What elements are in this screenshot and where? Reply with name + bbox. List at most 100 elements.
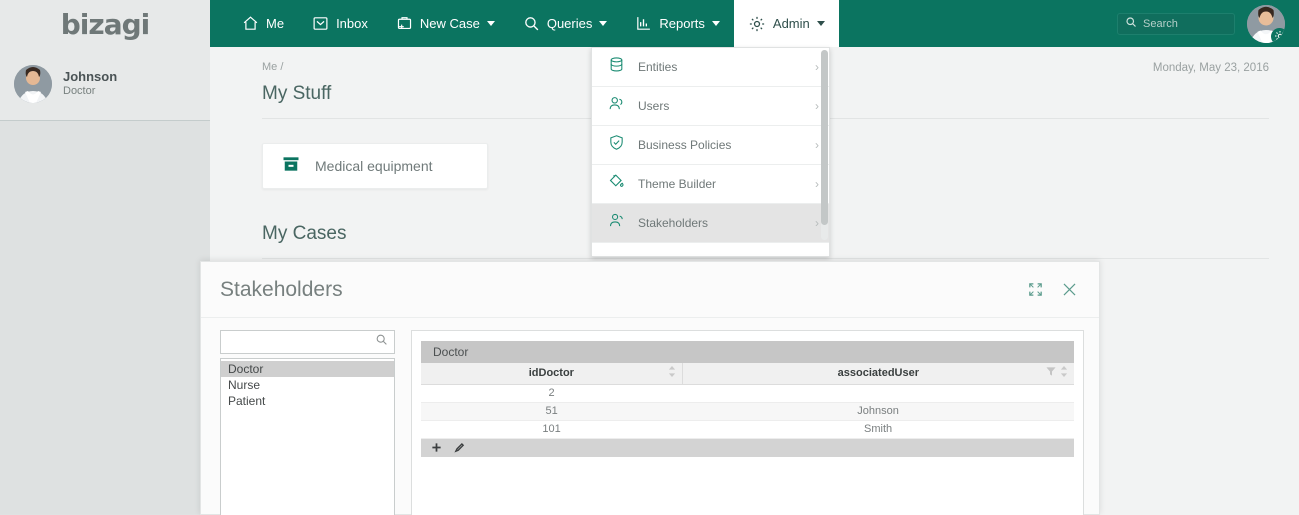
nav-label: Inbox: [336, 16, 368, 31]
paint-bucket-icon: [608, 173, 625, 195]
topbar-right: Search: [1117, 0, 1285, 47]
menu-item-label: Users: [638, 99, 670, 113]
column-label: idDoctor: [528, 367, 574, 380]
sidebar-body: [0, 121, 210, 514]
cell-associateduser: Smith: [682, 420, 1074, 439]
date-stamp: Monday, May 23, 2016: [1152, 62, 1269, 74]
list-item[interactable]: Doctor: [221, 361, 394, 377]
admin-dropdown-menu: Entities › Users › Business Policies › T…: [591, 47, 830, 257]
chevron-right-icon: ›: [815, 60, 819, 74]
menu-item-label: Entities: [638, 60, 678, 74]
nav-item-inbox[interactable]: Inbox: [298, 0, 382, 47]
equipment-icon: [281, 154, 301, 179]
cell-associateduser: [682, 384, 1074, 403]
nav-item-admin[interactable]: Admin: [733, 0, 839, 47]
home-icon: [242, 15, 259, 32]
chevron-down-icon: [816, 21, 825, 26]
table-row[interactable]: 51 Johnson: [421, 402, 1074, 421]
menu-item-entities[interactable]: Entities ›: [592, 48, 829, 87]
modal-title: Stakeholders: [220, 277, 343, 301]
stakeholder-icon: [608, 212, 625, 234]
role-list[interactable]: Doctor Nurse Patient: [220, 358, 395, 515]
cell-iddoctor: 2: [421, 384, 683, 403]
cell-iddoctor: 101: [421, 420, 683, 439]
list-item[interactable]: Patient: [221, 393, 394, 409]
menu-item-label: Theme Builder: [638, 177, 717, 191]
modal-header: Stakeholders: [201, 262, 1099, 318]
nav-item-reports[interactable]: Reports: [621, 0, 734, 47]
search-icon: [1125, 15, 1137, 33]
search-placeholder: Search: [1143, 17, 1178, 30]
nav-label: New Case: [419, 16, 480, 31]
chart-icon: [635, 15, 652, 32]
chevron-right-icon: ›: [815, 216, 819, 230]
role-filter-pane: Doctor Nurse Patient: [220, 330, 395, 515]
column-header-iddoctor[interactable]: idDoctor: [421, 363, 683, 385]
menu-item-label: Business Policies: [638, 138, 732, 152]
cell-iddoctor: 51: [421, 402, 683, 421]
expand-icon[interactable]: [1027, 281, 1044, 298]
sort-icon[interactable]: [1060, 366, 1068, 380]
application-window: bizagi Johnson Doctor Me Inbox New Case …: [0, 0, 1299, 515]
chevron-down-icon: [599, 21, 608, 26]
tile-medical-equipment[interactable]: Medical equipment: [262, 143, 488, 189]
database-icon: [608, 56, 625, 78]
stakeholder-search-input[interactable]: [220, 330, 395, 354]
menu-item-label: Stakeholders: [638, 216, 709, 230]
nav-item-me[interactable]: Me: [228, 0, 298, 47]
chevron-down-icon: [486, 21, 495, 26]
close-icon[interactable]: [1060, 280, 1079, 299]
modal-body: Doctor Nurse Patient Doctor idDoctor ass…: [201, 318, 1099, 515]
user-avatar-button[interactable]: [1247, 4, 1285, 43]
dropdown-scrollbar-thumb[interactable]: [821, 50, 828, 225]
nav-item-queries[interactable]: Queries: [509, 0, 622, 47]
pencil-icon[interactable]: [454, 442, 465, 453]
avatar-gear-icon[interactable]: [1271, 27, 1285, 43]
sort-icon[interactable]: [668, 366, 676, 380]
table-header-row: idDoctor associatedUser: [421, 363, 1074, 385]
menu-item-stakeholders[interactable]: Stakeholders ›: [592, 204, 829, 243]
column-header-associateduser[interactable]: associatedUser: [682, 363, 1074, 385]
nav-items: Me Inbox New Case Queries Reports Admin: [228, 0, 839, 47]
search-icon: [375, 333, 388, 351]
menu-item-users[interactable]: Users ›: [592, 87, 829, 126]
profile-text: Johnson Doctor: [63, 69, 117, 99]
inbox-icon: [312, 15, 329, 32]
nav-label: Admin: [772, 16, 810, 31]
chevron-right-icon: ›: [815, 99, 819, 113]
nav-label: Me: [266, 16, 285, 31]
chevron-right-icon: ›: [815, 138, 819, 152]
avatar: [14, 65, 52, 103]
tile-label: Medical equipment: [315, 158, 433, 174]
users-icon: [608, 95, 625, 117]
menu-item-theme-builder[interactable]: Theme Builder ›: [592, 165, 829, 204]
profile-role: Doctor: [63, 85, 96, 98]
chevron-down-icon: [711, 21, 720, 26]
plus-icon[interactable]: [431, 442, 442, 453]
search-icon: [523, 15, 540, 32]
user-avatar-icon: [14, 65, 52, 103]
chevron-right-icon: ›: [815, 177, 819, 191]
user-profile[interactable]: Johnson Doctor: [0, 48, 210, 121]
stakeholders-table: idDoctor associatedUser 2 51 Johnson 101…: [421, 363, 1074, 439]
column-label: associatedUser: [837, 367, 919, 380]
new-case-icon: [396, 15, 413, 32]
nav-item-new-case[interactable]: New Case: [382, 0, 509, 47]
top-navigation-bar: Me Inbox New Case Queries Reports Admin …: [210, 0, 1299, 47]
nav-label: Queries: [546, 16, 593, 31]
brand-header: bizagi: [0, 0, 210, 48]
list-item[interactable]: Nurse: [221, 377, 394, 393]
global-search-input[interactable]: Search: [1117, 12, 1235, 35]
filter-icon[interactable]: [1046, 367, 1056, 380]
grid-pane: Doctor idDoctor associatedUser 2 51 John…: [411, 330, 1084, 515]
dropdown-scrollbar[interactable]: [821, 50, 828, 240]
cell-associateduser: Johnson: [682, 402, 1074, 421]
profile-name: Johnson: [63, 69, 118, 84]
nav-label: Reports: [659, 16, 705, 31]
bizagi-logo: bizagi: [60, 7, 150, 41]
stakeholders-modal: Stakeholders Doctor Nurse Patient Doctor…: [200, 261, 1100, 515]
menu-item-business-policies[interactable]: Business Policies ›: [592, 126, 829, 165]
grid-toolbar: [421, 438, 1074, 457]
table-row[interactable]: 2: [421, 384, 1074, 403]
table-row[interactable]: 101 Smith: [421, 420, 1074, 439]
